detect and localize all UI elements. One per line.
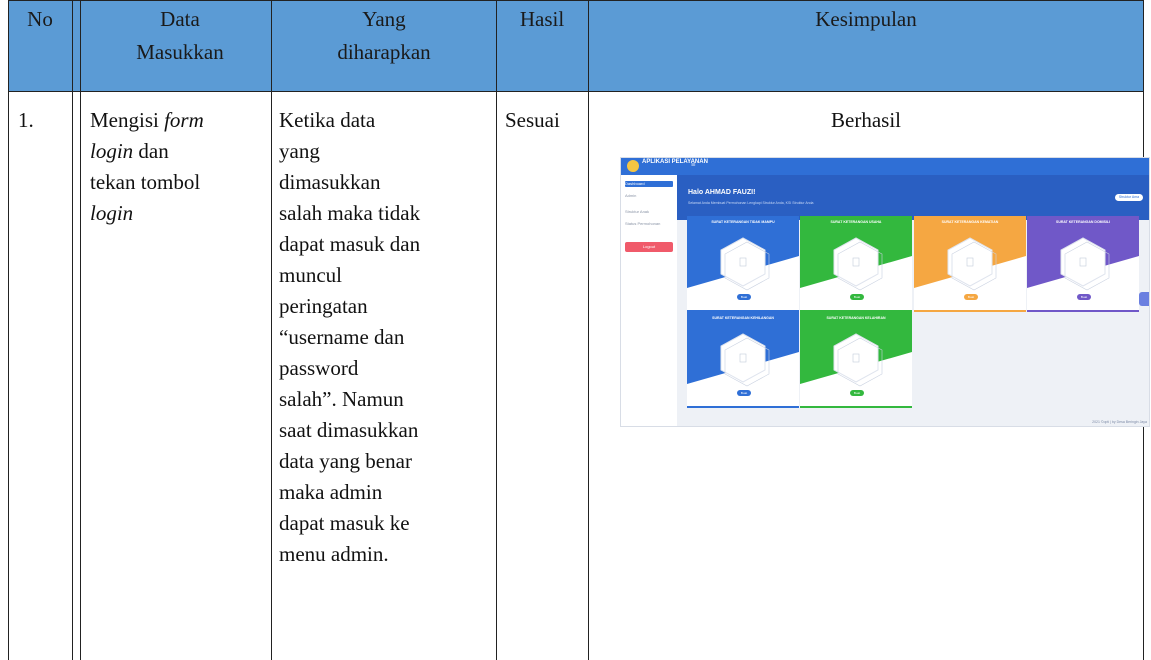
card-button: Buat <box>737 390 751 396</box>
sidebar-item-status: Status Permohonan <box>625 221 661 226</box>
header-hasil: Hasil <box>519 7 565 31</box>
sidebar: Dashboard Admin Struktur Anak Status Per… <box>621 175 677 426</box>
card-button: Buat <box>850 390 864 396</box>
card-bottom-bar <box>914 310 1026 312</box>
border <box>588 0 589 660</box>
card-button: Buat <box>964 294 978 300</box>
card-title: SURAT KETERANGAN KEMATIAN <box>941 220 999 224</box>
hero-banner <box>677 175 1149 220</box>
card-title: SURAT KETERANGAN KEHILANGAN <box>712 316 774 320</box>
border <box>8 0 1144 1</box>
service-card: SURAT KETERANGAN KELAHIRAN Buat <box>800 312 912 408</box>
cell-yang-diharapkan: Ketika data yang dimasukkan salah maka tida… <box>279 108 421 566</box>
card-title: SURAT KETERANGAN DOMISILI <box>1056 220 1110 224</box>
sidebar-item-struktur: Struktur Anak <box>625 209 650 214</box>
cell-hasil: Sesuai <box>505 108 560 132</box>
border <box>80 0 81 660</box>
app-title: APLIKASI PELAYANAN <box>642 159 708 165</box>
app-logo <box>627 160 639 172</box>
header-kesimpulan: Kesimpulan <box>815 7 917 31</box>
sidebar-item-dashboard: Dashboard <box>625 181 673 187</box>
card-title: SURAT KETERANGAN KELAHIRAN <box>826 316 886 320</box>
card-button: Buat <box>737 294 751 300</box>
service-card: SURAT KETERANGAN KEHILANGAN Buat <box>687 312 799 408</box>
header-button: Struktur Ama <box>1115 194 1143 201</box>
card-bottom-bar <box>800 406 912 408</box>
header-yang-diharapkan: Yang diharapkan <box>337 7 431 64</box>
dashboard-screenshot: APLIKASI PELAYANAN ≡ Dashboard Admin Str… <box>620 157 1150 427</box>
service-card: SURAT KETERANGAN KEMATIAN Buat <box>914 216 1026 312</box>
logout-button: Logout <box>625 242 673 252</box>
card-bottom-bar <box>687 406 799 408</box>
card-title: SURAT KETERANGAN USAHA <box>830 220 882 224</box>
sidebar-item-admin: Admin <box>625 193 637 198</box>
card-title: SURAT KETERANGAN TIDAK MAMPU <box>711 220 775 224</box>
border <box>496 0 497 660</box>
header-data-masukkan: Data Masukkan <box>136 7 224 64</box>
service-card: SURAT KETERANGAN TIDAK MAMPU Buat <box>687 216 799 312</box>
border <box>72 0 73 660</box>
cell-data-masukkan: Mengisi form login dan tekan tombol login <box>90 108 204 225</box>
footer-text: 2021 ©opti | by Desa Beringin Jaya <box>1092 420 1147 424</box>
service-card: SURAT KETERANGAN USAHA Buat <box>800 216 912 312</box>
floating-button <box>1139 292 1149 306</box>
border <box>271 0 272 660</box>
border <box>8 0 9 660</box>
cell-no: 1. <box>18 108 34 132</box>
card-button: Buat <box>1077 294 1091 300</box>
header-no: No <box>27 7 53 31</box>
card-button: Buat <box>850 294 864 300</box>
greeting-subtitle: Selamat Anda Membuat Permohonan Lengkapi… <box>688 201 814 205</box>
menu-icon: ≡ <box>691 160 696 169</box>
greeting: Halo AHMAD FAUZI! <box>688 189 756 196</box>
cell-kesimpulan: Berhasil <box>831 108 901 132</box>
card-bottom-bar <box>1027 310 1139 312</box>
service-card: SURAT KETERANGAN DOMISILI Buat <box>1027 216 1139 312</box>
border <box>8 91 1144 92</box>
